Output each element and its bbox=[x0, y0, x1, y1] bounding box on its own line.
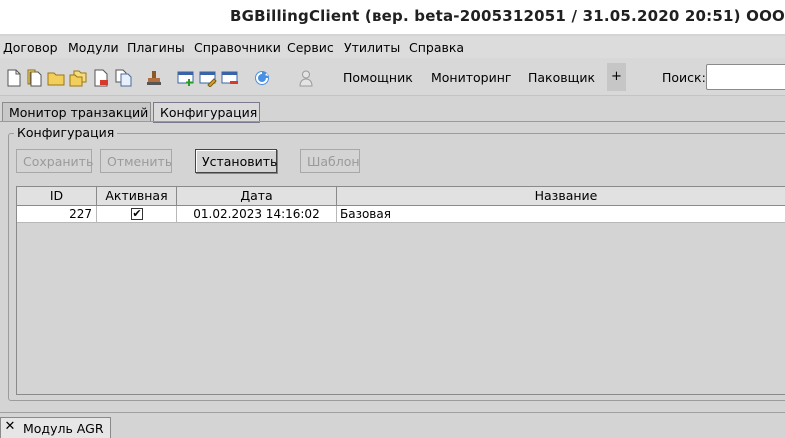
folders-icon[interactable] bbox=[69, 69, 87, 87]
assistant-button[interactable]: Помощник bbox=[343, 70, 413, 85]
monitoring-button[interactable]: Мониторинг bbox=[431, 70, 511, 85]
cell-name[interactable]: Базовая bbox=[337, 206, 785, 223]
tab-transaction-monitor[interactable]: Монитор транзакций bbox=[2, 102, 151, 122]
search-input[interactable] bbox=[706, 64, 785, 90]
stamp-icon[interactable] bbox=[145, 69, 163, 87]
save-button[interactable]: Сохранить bbox=[16, 149, 93, 173]
menu-directories[interactable]: Справочники bbox=[194, 40, 281, 55]
open-folder-icon[interactable] bbox=[47, 69, 65, 87]
window-remove-icon[interactable] bbox=[221, 69, 239, 87]
copy-document-icon[interactable] bbox=[26, 69, 44, 87]
menu-service[interactable]: Сервис bbox=[287, 40, 334, 55]
configuration-panel-title: Конфигурация bbox=[14, 125, 118, 140]
menu-modules[interactable]: Модули bbox=[68, 40, 119, 55]
bottom-divider bbox=[0, 412, 785, 413]
add-button[interactable]: + bbox=[607, 63, 626, 91]
close-icon[interactable]: ✕ bbox=[3, 420, 17, 434]
menu-plugins[interactable]: Плагины bbox=[127, 40, 185, 55]
menu-contract[interactable]: Договор bbox=[3, 40, 58, 55]
user-icon[interactable] bbox=[297, 69, 315, 87]
window-edit-icon[interactable] bbox=[199, 69, 217, 87]
cell-date[interactable]: 01.02.2023 14:16:02 bbox=[177, 206, 337, 223]
cell-id[interactable]: 227 bbox=[17, 206, 97, 223]
window-add-icon[interactable] bbox=[177, 69, 195, 87]
tab-divider bbox=[0, 121, 785, 122]
delete-document-icon[interactable] bbox=[92, 69, 110, 87]
tab-configuration[interactable]: Конфигурация bbox=[153, 102, 260, 123]
menu-utilities[interactable]: Утилиты bbox=[344, 40, 400, 55]
module-tab-label: Модуль AGR bbox=[23, 421, 104, 436]
documents-icon[interactable] bbox=[114, 69, 132, 87]
column-header-date[interactable]: Дата bbox=[177, 187, 337, 206]
menu-bar: Договор Модули Плагины Справочники Серви… bbox=[0, 36, 785, 58]
window-title-bar: BGBillingClient (вер. beta-2005312051 / … bbox=[0, 0, 785, 34]
refresh-icon[interactable] bbox=[253, 69, 271, 87]
active-checkbox[interactable]: ✔ bbox=[131, 208, 143, 220]
packer-button[interactable]: Паковщик bbox=[528, 70, 595, 85]
template-button[interactable]: Шаблон bbox=[300, 149, 360, 173]
cancel-button[interactable]: Отменить bbox=[100, 149, 172, 173]
new-document-icon[interactable] bbox=[5, 69, 23, 87]
column-header-name[interactable]: Название bbox=[337, 187, 785, 206]
menu-help[interactable]: Справка bbox=[409, 40, 464, 55]
window-title: BGBillingClient (вер. beta-2005312051 / … bbox=[230, 7, 785, 25]
column-header-id[interactable]: ID bbox=[17, 187, 97, 206]
search-label: Поиск: bbox=[662, 70, 706, 85]
install-button[interactable]: Установить bbox=[195, 149, 277, 173]
column-header-active[interactable]: Активная bbox=[97, 187, 177, 206]
